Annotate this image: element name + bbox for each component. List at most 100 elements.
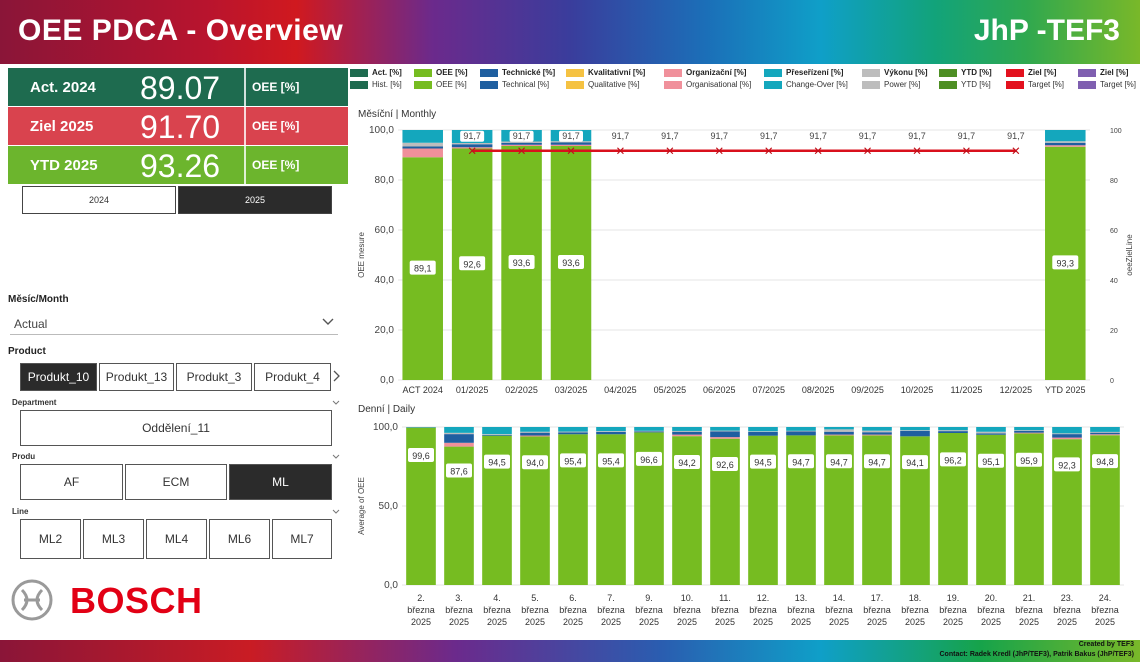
x-tick-label: 2. bbox=[417, 593, 425, 603]
bar-segment bbox=[1052, 427, 1082, 434]
legend-label: Technical [%] bbox=[502, 80, 550, 89]
bar-segment bbox=[1090, 431, 1120, 433]
x-tick-label: března bbox=[635, 605, 663, 615]
department-option-oddeleni-11[interactable]: Oddělení_11 bbox=[20, 410, 332, 446]
bar-segment bbox=[976, 427, 1006, 432]
target-label: 91,7 bbox=[513, 131, 531, 141]
legend-label: YTD [%] bbox=[961, 80, 991, 89]
x-tick-label: března bbox=[1053, 605, 1081, 615]
legend-item: Act. [%] Hist. [%] bbox=[350, 68, 424, 94]
bar-segment bbox=[1052, 434, 1082, 438]
target-label: 91,7 bbox=[859, 131, 877, 141]
legend-item: OEE [%] OEE [%] bbox=[414, 68, 488, 94]
line-option-ml7[interactable]: ML7 bbox=[272, 519, 332, 559]
x-tick-label: března bbox=[407, 605, 435, 615]
bar-segment bbox=[748, 431, 778, 436]
data-label: 92,6 bbox=[716, 460, 734, 470]
bar-segment bbox=[862, 432, 892, 435]
bar-segment bbox=[402, 146, 443, 149]
product-option-produkt-10[interactable]: Produkt_10 bbox=[20, 363, 97, 391]
target-label: 91,7 bbox=[1007, 131, 1025, 141]
bar-segment bbox=[900, 427, 930, 431]
chevron-down-icon[interactable] bbox=[332, 400, 340, 406]
line-option-ml2[interactable]: ML2 bbox=[20, 519, 81, 559]
produ-option-ecm[interactable]: ECM bbox=[125, 464, 227, 500]
target-label: 91,7 bbox=[562, 131, 580, 141]
bosch-logo-text: BOSCH bbox=[70, 580, 203, 621]
month-dropdown[interactable]: Actual bbox=[10, 312, 338, 335]
chevron-down-icon[interactable] bbox=[332, 509, 340, 515]
x-tick-label: 12/2025 bbox=[1000, 385, 1033, 395]
chevron-down-icon[interactable] bbox=[332, 454, 340, 460]
legend-label: Přeseřízení [%] bbox=[786, 68, 844, 77]
line-option-ml4[interactable]: ML4 bbox=[146, 519, 207, 559]
bar-segment bbox=[1045, 142, 1086, 146]
x-tick-label: 21. bbox=[1023, 593, 1036, 603]
target-label: 91,7 bbox=[711, 131, 729, 141]
bar-segment bbox=[1090, 432, 1120, 435]
x-tick-label: 2025 bbox=[753, 617, 773, 627]
legend-label: Organisational [%] bbox=[686, 80, 752, 89]
bar-segment bbox=[1045, 130, 1086, 142]
data-label: 94,5 bbox=[754, 458, 772, 468]
x-tick-label: března bbox=[445, 605, 473, 615]
legend-swatch bbox=[480, 69, 498, 77]
data-label: 94,7 bbox=[868, 457, 886, 467]
year-2025-button[interactable]: 2025 bbox=[178, 186, 332, 214]
product-option-produkt-13[interactable]: Produkt_13 bbox=[99, 363, 174, 391]
chevron-right-icon[interactable] bbox=[333, 370, 341, 382]
x-tick-label: 2025 bbox=[905, 617, 925, 627]
line-option-ml3[interactable]: ML3 bbox=[83, 519, 144, 559]
bar-segment bbox=[824, 427, 854, 430]
x-tick-label: března bbox=[825, 605, 853, 615]
legend-swatch bbox=[350, 81, 368, 89]
y-tick-label: 50,0 bbox=[379, 501, 399, 512]
product-filter-label: Product bbox=[8, 346, 46, 357]
year-2024-button[interactable]: 2024 bbox=[22, 186, 176, 214]
data-label: 92,3 bbox=[1058, 460, 1076, 470]
legend-label: Organizační [%] bbox=[686, 68, 747, 77]
bar-segment bbox=[862, 434, 892, 436]
product-option-produkt-3[interactable]: Produkt_3 bbox=[176, 363, 252, 391]
bar-segment bbox=[900, 430, 930, 431]
kpi-divider bbox=[244, 107, 246, 145]
x-tick-label: března bbox=[521, 605, 549, 615]
legend-label: OEE [%] bbox=[436, 68, 468, 77]
chevron-down-icon bbox=[322, 318, 334, 325]
target-label: 91,7 bbox=[908, 131, 926, 141]
data-label: 96,6 bbox=[640, 455, 658, 465]
target-label: 91,7 bbox=[612, 131, 630, 141]
department-filter-label: Department bbox=[12, 398, 57, 407]
y2-tick-label: 40 bbox=[1110, 278, 1118, 285]
x-tick-label: 11. bbox=[719, 593, 731, 603]
legend-swatch bbox=[1078, 81, 1096, 89]
bar-segment bbox=[1014, 427, 1044, 431]
x-tick-label: 6. bbox=[569, 593, 577, 603]
legend-swatch bbox=[566, 81, 584, 89]
product-option-produkt-4[interactable]: Produkt_4 bbox=[254, 363, 331, 391]
bar-segment bbox=[451, 144, 493, 148]
chart-legend: Act. [%] Hist. [%] OEE [%] OEE [%] Technické… bbox=[350, 68, 1140, 96]
line-option-ml6[interactable]: ML6 bbox=[209, 519, 270, 559]
x-tick-label: března bbox=[939, 605, 967, 615]
y-axis-label: Average of OEE bbox=[357, 477, 366, 535]
bar-segment bbox=[482, 434, 512, 435]
produ-option-af[interactable]: AF bbox=[20, 464, 123, 500]
legend-swatch bbox=[414, 81, 432, 89]
data-label: 95,4 bbox=[602, 456, 620, 466]
kpi-value: 89.07 bbox=[140, 70, 221, 106]
x-tick-label: 09/2025 bbox=[851, 385, 884, 395]
legend-swatch bbox=[939, 69, 957, 77]
x-tick-label: března bbox=[711, 605, 739, 615]
produ-option-ml[interactable]: ML bbox=[229, 464, 332, 500]
bar-segment bbox=[634, 431, 664, 433]
x-tick-label: března bbox=[483, 605, 511, 615]
kpi-label: Ziel 2025 bbox=[30, 118, 94, 135]
bar-segment bbox=[1014, 432, 1044, 434]
legend-label: YTD [%] bbox=[961, 68, 992, 77]
legend-swatch bbox=[764, 81, 782, 89]
x-tick-label: 3. bbox=[455, 593, 463, 603]
y-tick-label: 100,0 bbox=[369, 125, 394, 136]
y-tick-label: 100,0 bbox=[373, 422, 398, 433]
legend-item: Technické [%] Technical [%] bbox=[480, 68, 555, 94]
